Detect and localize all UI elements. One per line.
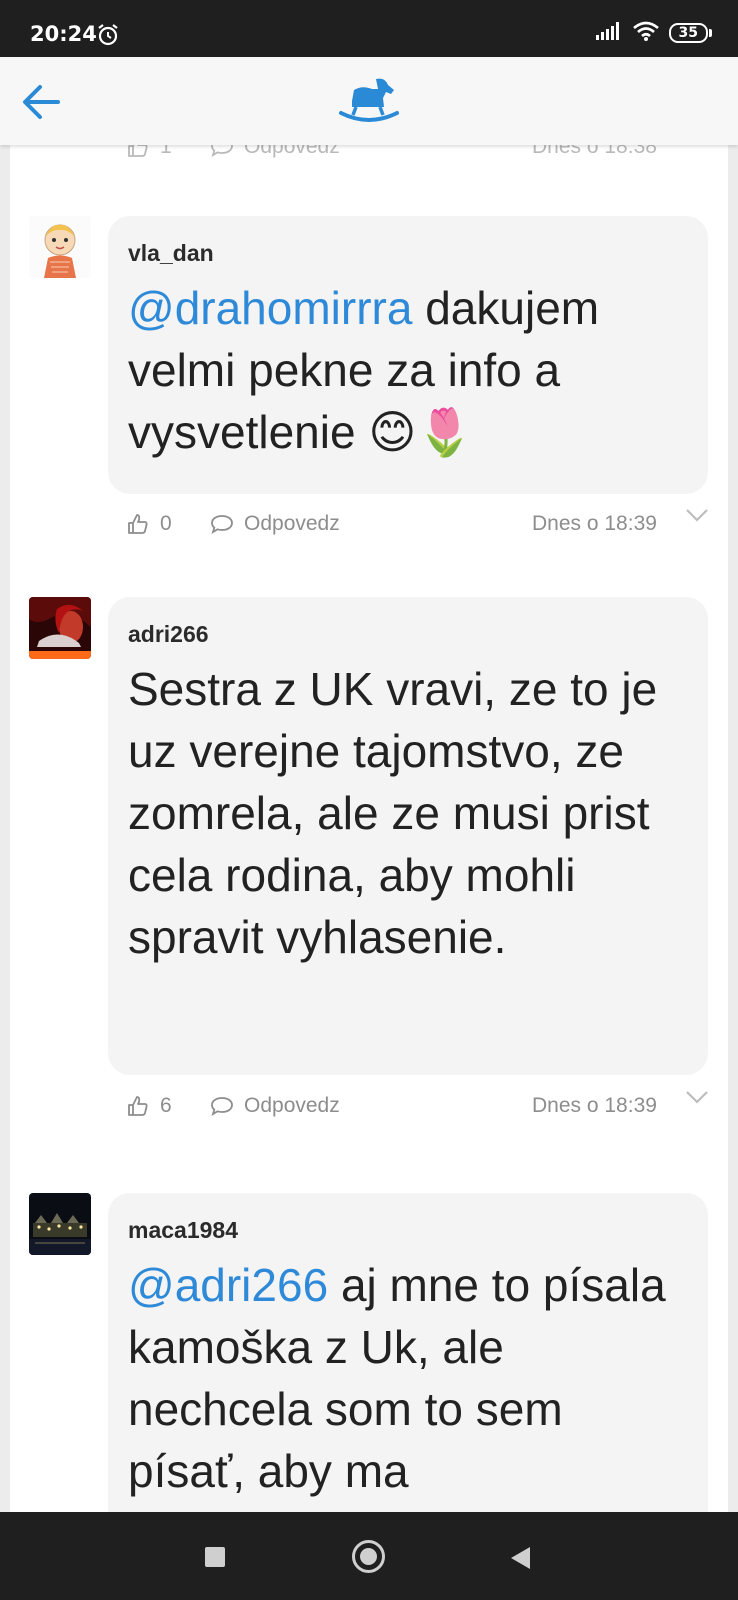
like-count: 0 [160,512,172,535]
chevron-down-icon[interactable] [684,506,710,530]
like-button[interactable]: 6 [126,1094,172,1118]
back-button[interactable] [20,81,62,123]
chevron-down-icon[interactable] [684,1088,710,1112]
signal-icon [595,21,623,46]
comment-username[interactable]: adri266 [128,621,686,648]
previous-comment-actions: 1 Odpovedz Dnes o 18:38 [10,145,728,161]
reply-label: Odpovedz [244,512,340,535]
thumbs-up-icon [128,1096,148,1116]
like-button[interactable]: 0 [126,512,172,536]
reply-button[interactable]: Odpovedz [210,512,340,536]
speech-bubble-icon [211,1097,233,1116]
comment-username[interactable]: vla_dan [128,240,686,267]
app-bar [0,57,738,145]
mention-link[interactable]: @drahomirrra [128,282,412,334]
reply-button[interactable]: Odpovedz [210,145,340,159]
comment-bubble: vla_dan @drahomirrra dakujem velmi pekne… [108,216,708,494]
reply-button[interactable]: Odpovedz [210,1094,340,1118]
reply-label: Odpovedz [244,145,340,158]
like-button[interactable]: 1 [126,145,172,159]
status-time: 20:24 [30,22,97,46]
wifi-icon [632,21,659,46]
comments-list: 1 Odpovedz Dnes o 18:38 vla_dan @drahomi… [10,145,728,1512]
home-button[interactable] [352,1540,385,1573]
mention-link[interactable]: @adri266 [128,1259,328,1311]
avatar[interactable] [29,1193,91,1255]
comment-time: Dnes o 18:39 [532,512,657,535]
battery-indicator: 35 [668,23,712,43]
recents-button[interactable] [205,1547,225,1567]
comment-time: Dnes o 18:39 [532,1094,657,1117]
thumbs-up-icon [128,145,148,157]
comment-bubble: maca1984 @adri266 aj mne to písala kamoš… [108,1193,708,1512]
status-bar: 20:24 35 [0,0,738,57]
like-count: 1 [160,145,172,158]
back-triangle-icon [511,1547,530,1569]
comment-time: Dnes o 18:38 [532,145,657,158]
avatar[interactable] [29,597,91,659]
system-nav-bar [0,1512,738,1600]
comment-bubble: adri266 Sestra z UK vravi, ze to je uz v… [108,597,708,1075]
reply-label: Odpovedz [244,1094,340,1117]
speech-bubble-icon [211,145,233,157]
rocking-horse-icon[interactable] [338,73,400,132]
comment-actions: 6 Odpovedz Dnes o 18:39 [10,1090,728,1124]
comment-text: @drahomirrra dakujem velmi pekne za info… [128,277,686,463]
system-back-button[interactable] [508,1545,532,1576]
battery-level: 35 [668,23,708,43]
comment-username[interactable]: maca1984 [128,1217,686,1244]
speech-bubble-icon [211,515,233,534]
avatar[interactable] [29,216,91,278]
thumbs-up-icon [128,514,148,534]
comment-actions: 0 Odpovedz Dnes o 18:39 [10,508,728,542]
alarm-icon [96,23,120,52]
comment-text: @adri266 aj mne to písala kamoška z Uk, … [128,1254,686,1502]
comment-body: Sestra z UK vravi, ze to je uz verejne t… [128,663,658,963]
like-count: 6 [160,1094,172,1117]
arrow-left-icon [23,85,60,119]
